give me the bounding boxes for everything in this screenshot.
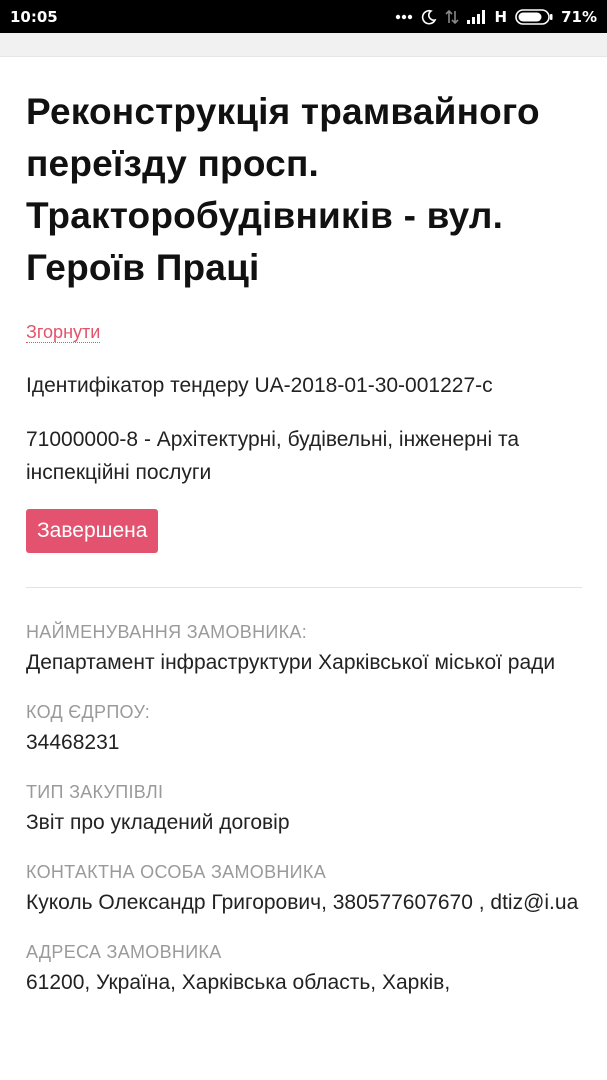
battery-percent: 71% [561, 7, 597, 26]
data-transfer-icon [444, 9, 459, 25]
field-value: Звіт про укладений договір [26, 811, 290, 834]
field-contact-person: КОНТАКТНА ОСОБА ЗАМОВНИКА Куколь Олексан… [26, 860, 582, 920]
divider [26, 587, 582, 588]
field-label: КОД ЄДРПОУ: [26, 702, 151, 722]
status-icons: H 71% [395, 8, 597, 26]
field-label: АДРЕСА ЗАМОВНИКА [26, 942, 222, 962]
tender-details: Реконструкція трамвайного переїзду просп… [26, 56, 582, 1000]
browser-top-strip [0, 33, 607, 57]
status-time: 10:05 [10, 7, 58, 26]
field-value: 61200, Україна, Харківська область, Харк… [26, 971, 451, 994]
collapse-link[interactable]: Згорнути [26, 322, 101, 343]
moon-icon [421, 9, 437, 25]
field-customer-address: АДРЕСА ЗАМОВНИКА 61200, Україна, Харківс… [26, 940, 582, 1000]
field-label: НАЙМЕНУВАННЯ ЗАМОВНИКА: [26, 622, 307, 642]
page-title: Реконструкція трамвайного переїзду просп… [26, 91, 540, 288]
field-value: 34468231 [26, 731, 120, 754]
status-bar: 10:05 H 71% [0, 0, 607, 33]
more-dots-icon [395, 14, 413, 20]
field-value: Департамент інфраструктури Харківської м… [26, 651, 556, 674]
field-value: Куколь Олександр Григорович, 38057760767… [26, 891, 579, 914]
network-type: H [494, 7, 508, 26]
cpv-classification: 71000000-8 - Архітектурні, будівельні, і… [26, 428, 520, 484]
field-label: ТИП ЗАКУПІВЛІ [26, 782, 164, 802]
field-label: КОНТАКТНА ОСОБА ЗАМОВНИКА [26, 862, 327, 882]
tender-id: Ідентифікатор тендеру UA-2018-01-30-0012… [26, 374, 493, 397]
field-customer-name: НАЙМЕНУВАННЯ ЗАМОВНИКА: Департамент інфр… [26, 620, 582, 680]
signal-icon [466, 9, 487, 24]
field-procurement-type: ТИП ЗАКУПІВЛІ Звіт про укладений договір [26, 780, 582, 840]
field-edrpou-code: КОД ЄДРПОУ: 34468231 [26, 700, 582, 760]
battery-icon [515, 8, 553, 25]
status-badge: Завершена [26, 509, 159, 553]
